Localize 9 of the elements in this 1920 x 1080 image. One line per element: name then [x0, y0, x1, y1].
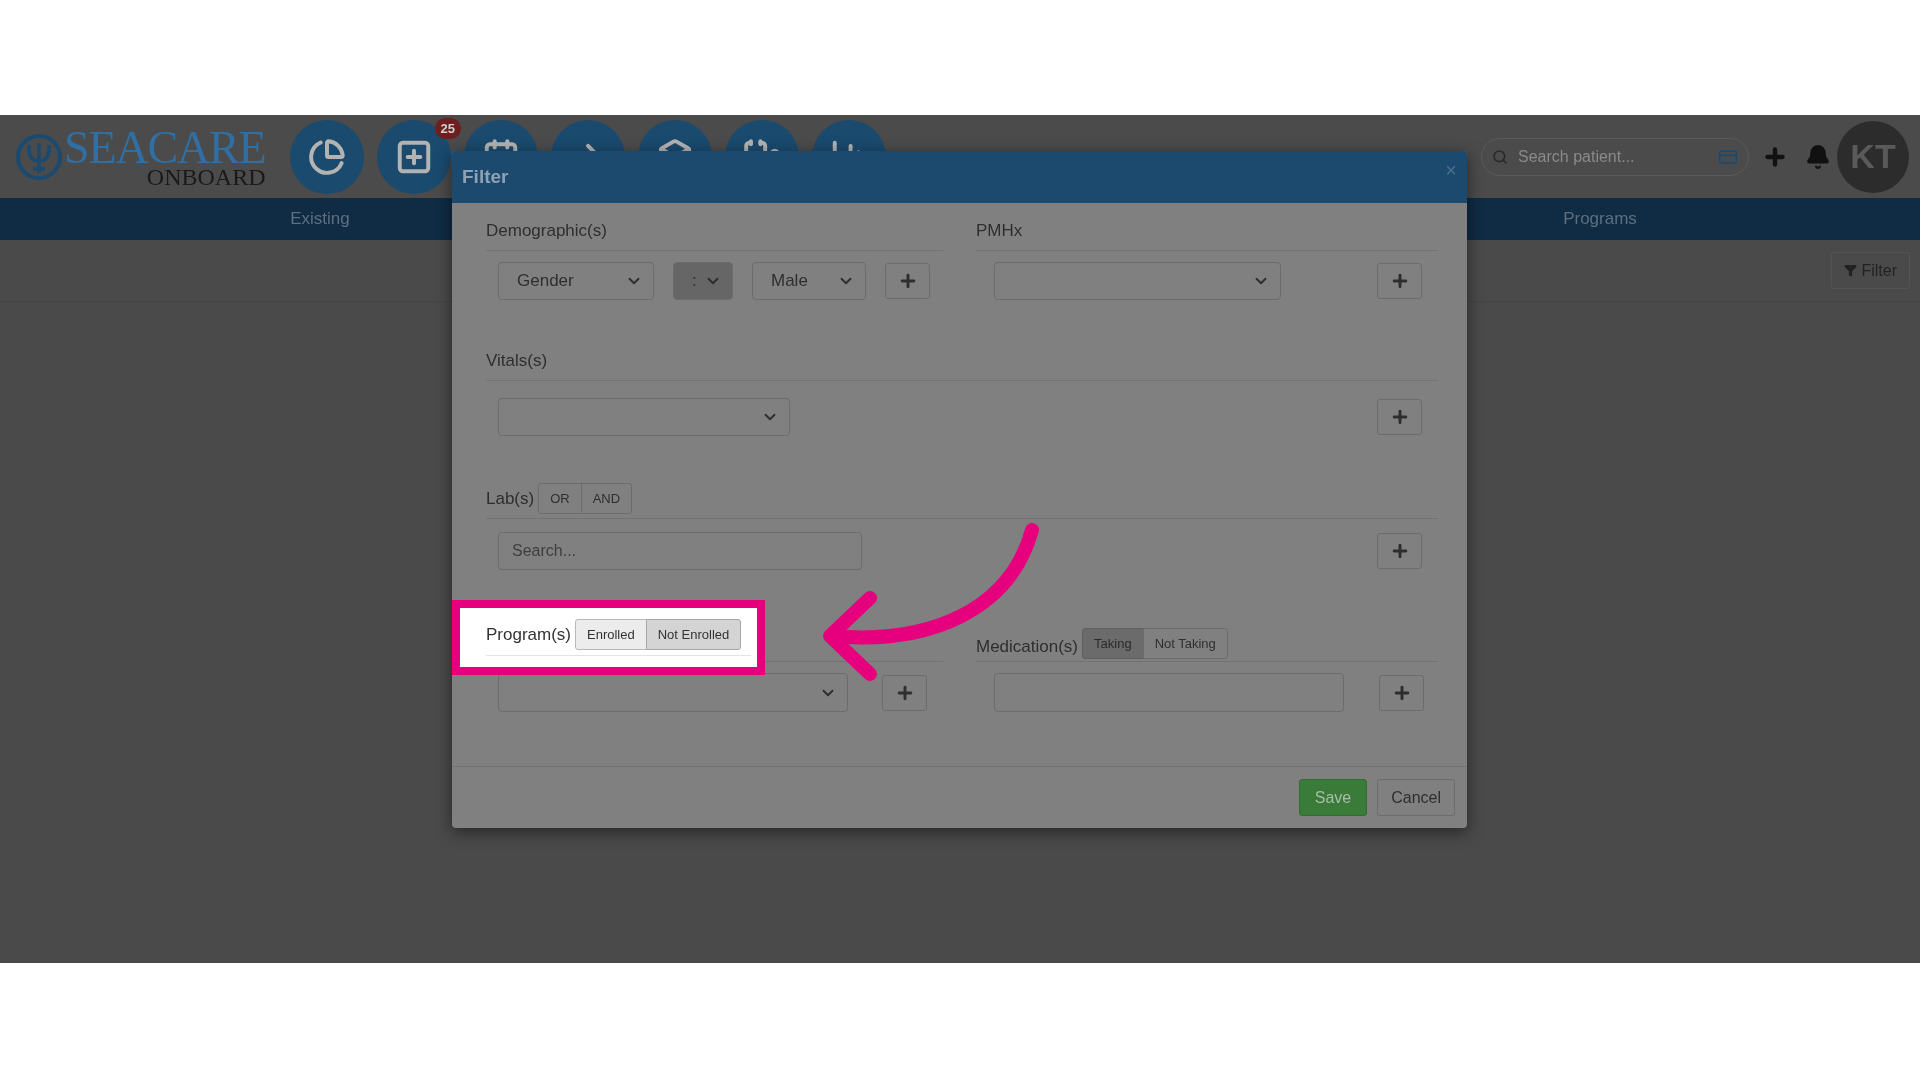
- section-label: Vitals(s): [486, 349, 548, 372]
- section-label: Program(s): [486, 623, 571, 646]
- notification-badge: 25: [434, 117, 461, 139]
- section-label: Lab(s): [486, 487, 535, 510]
- section-label: PMHx: [976, 219, 1023, 242]
- logo-wordmark: SEACARE: [64, 124, 266, 171]
- section-label: Demographic(s): [486, 219, 607, 242]
- dialog-title: Filter: [462, 164, 509, 189]
- section-label: Medication(s): [976, 635, 1079, 658]
